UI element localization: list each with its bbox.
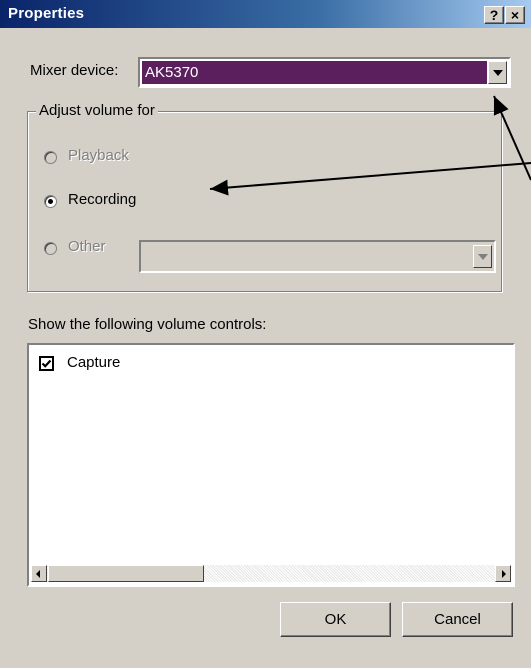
annotation-arrow-dropdown	[493, 95, 531, 181]
annotation-arrow-recording	[209, 162, 531, 196]
annotation-arrows	[209, 95, 531, 196]
